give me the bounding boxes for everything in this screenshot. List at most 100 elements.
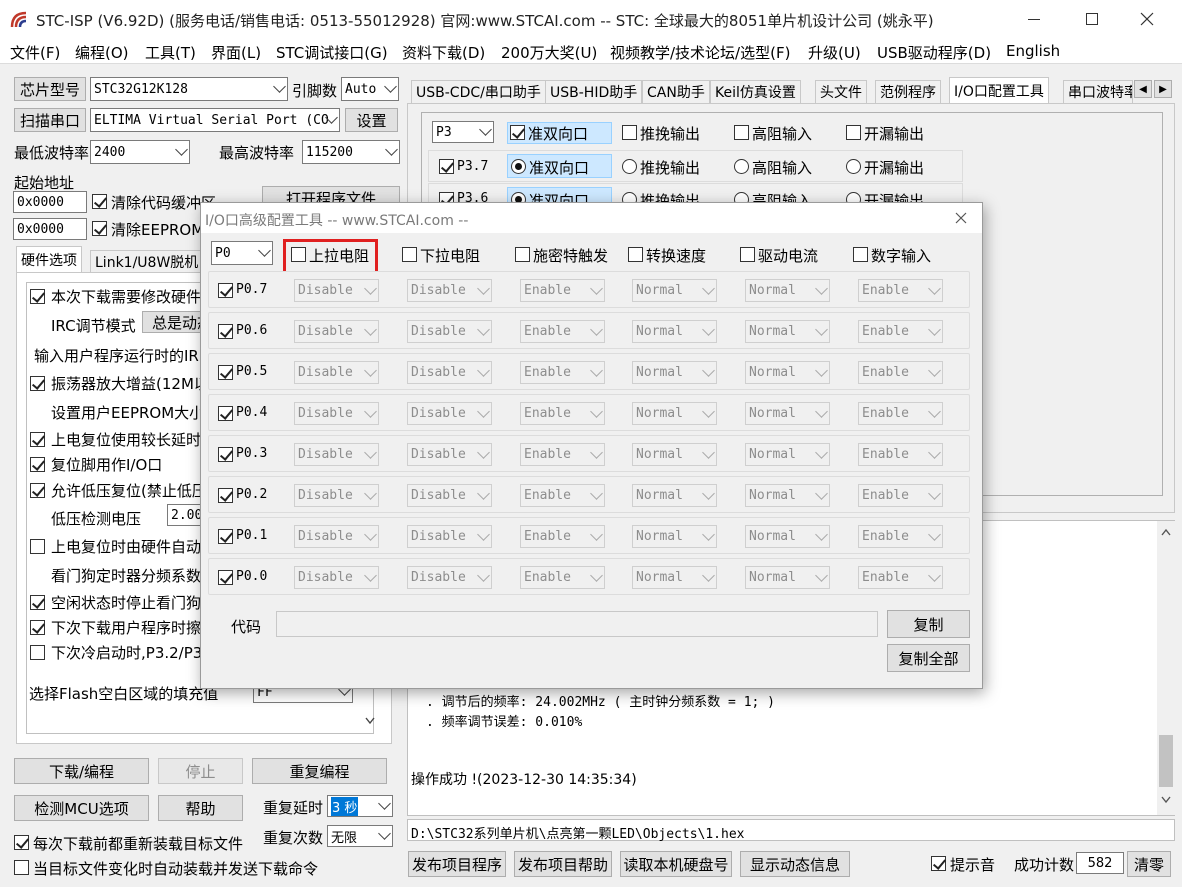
- tab-io-config[interactable]: I/O口配置工具: [949, 77, 1049, 104]
- menu-upgrade[interactable]: 升级(U): [808, 42, 861, 63]
- tab-scroll-right-icon[interactable]: ▶: [1154, 80, 1172, 98]
- pin-setting-select[interactable]: Disable: [407, 279, 492, 302]
- pin-setting-select[interactable]: Normal: [745, 484, 830, 507]
- pin-setting-select[interactable]: Disable: [294, 443, 379, 466]
- pin-setting-select[interactable]: Enable: [520, 279, 605, 302]
- stop-button[interactable]: 停止: [158, 758, 243, 784]
- pin-setting-select[interactable]: Normal: [632, 279, 717, 302]
- read-disk-button[interactable]: 读取本机硬盘号: [620, 851, 732, 877]
- mode-open-drain-checkbox[interactable]: [846, 125, 861, 140]
- pin-setting-select[interactable]: Disable: [294, 361, 379, 384]
- tab-hardware-options[interactable]: 硬件选项: [16, 246, 82, 273]
- pin-enable-checkbox[interactable]: [218, 570, 233, 585]
- radio-high-z[interactable]: [734, 159, 749, 174]
- header-slew-checkbox[interactable]: [628, 247, 643, 262]
- show-dynamic-button[interactable]: 显示动态信息: [740, 851, 850, 877]
- pin-setting-select[interactable]: Enable: [520, 361, 605, 384]
- mode-high-z-checkbox[interactable]: [734, 125, 749, 140]
- pin-setting-select[interactable]: Enable: [520, 443, 605, 466]
- repeat-delay-select[interactable]: 3 秒: [327, 795, 393, 817]
- pin-setting-select[interactable]: Enable: [858, 566, 943, 589]
- pin-setting-select[interactable]: Normal: [745, 320, 830, 343]
- option-checkbox[interactable]: [30, 483, 45, 498]
- publish-program-button[interactable]: 发布项目程序: [408, 851, 506, 877]
- pin-setting-select[interactable]: Disable: [294, 525, 379, 548]
- clear-count-button[interactable]: 清零: [1127, 851, 1171, 877]
- pin-setting-select[interactable]: Enable: [858, 279, 943, 302]
- pin-setting-select[interactable]: Disable: [407, 320, 492, 343]
- pin-setting-select[interactable]: Enable: [520, 320, 605, 343]
- max-baud-select[interactable]: 115200: [302, 140, 400, 164]
- radio-open-drain[interactable]: [846, 159, 861, 174]
- pin-setting-select[interactable]: Enable: [858, 402, 943, 425]
- header-digital-input-checkbox[interactable]: [853, 247, 868, 262]
- menu-english[interactable]: English: [1006, 42, 1060, 60]
- reload-file-checkbox[interactable]: [14, 835, 29, 850]
- pin-setting-select[interactable]: Normal: [745, 402, 830, 425]
- pin-setting-select[interactable]: Enable: [520, 402, 605, 425]
- menu-file[interactable]: 文件(F): [10, 42, 60, 63]
- chevron-down-icon[interactable]: [1161, 796, 1171, 804]
- menu-prize[interactable]: 200万大奖(U): [501, 42, 597, 63]
- pin-setting-select[interactable]: Disable: [294, 484, 379, 507]
- pin-setting-select[interactable]: Enable: [520, 566, 605, 589]
- option-checkbox[interactable]: [30, 620, 45, 635]
- repeat-count-select[interactable]: 无限: [327, 825, 393, 847]
- pin-setting-select[interactable]: Normal: [632, 361, 717, 384]
- header-pull-up-checkbox[interactable]: [291, 247, 306, 262]
- chevron-up-icon[interactable]: [1161, 528, 1171, 536]
- port-settings-button[interactable]: 设置: [345, 108, 398, 132]
- auto-load-checkbox[interactable]: [14, 860, 29, 875]
- menu-download[interactable]: 资料下载(D): [402, 42, 485, 63]
- option-checkbox[interactable]: [30, 539, 45, 554]
- publish-help-button[interactable]: 发布项目帮助: [514, 851, 612, 877]
- chevron-down-icon[interactable]: [365, 717, 375, 725]
- pin-setting-select[interactable]: Enable: [858, 443, 943, 466]
- pin-setting-select[interactable]: Normal: [632, 484, 717, 507]
- pin-setting-select[interactable]: Disable: [407, 566, 492, 589]
- pin-setting-select[interactable]: Normal: [632, 566, 717, 589]
- header-schmitt-checkbox[interactable]: [515, 247, 530, 262]
- clear-eeprom-checkbox[interactable]: [92, 221, 107, 236]
- pin-setting-select[interactable]: Enable: [858, 320, 943, 343]
- pin-setting-select[interactable]: Disable: [294, 320, 379, 343]
- pin-setting-select[interactable]: Enable: [858, 525, 943, 548]
- pin-setting-select[interactable]: Disable: [294, 402, 379, 425]
- mode-push-pull-checkbox[interactable]: [622, 125, 637, 140]
- scrollbar-thumb[interactable]: [1159, 735, 1173, 787]
- log-scrollbar[interactable]: [1157, 521, 1175, 815]
- pin-setting-select[interactable]: Enable: [858, 361, 943, 384]
- pin-checkbox[interactable]: [439, 159, 454, 174]
- code-output[interactable]: [276, 611, 878, 637]
- pin-setting-select[interactable]: Normal: [745, 361, 830, 384]
- pin-setting-select[interactable]: Disable: [407, 484, 492, 507]
- pin-setting-select[interactable]: Enable: [520, 525, 605, 548]
- tab-can[interactable]: CAN助手: [642, 80, 710, 103]
- start-address-input-2[interactable]: 0x0000: [13, 218, 87, 240]
- pin-enable-checkbox[interactable]: [218, 283, 233, 298]
- pin-setting-select[interactable]: Normal: [632, 320, 717, 343]
- tab-usb-hid[interactable]: USB-HID助手: [545, 80, 643, 103]
- pin-enable-checkbox[interactable]: [218, 406, 233, 421]
- option-checkbox[interactable]: [30, 432, 45, 447]
- option-checkbox[interactable]: [30, 289, 45, 304]
- chip-model-button[interactable]: 芯片型号: [14, 77, 86, 101]
- tab-link1-offline[interactable]: Link1/U8W脱机: [90, 250, 204, 273]
- dialog-port-select[interactable]: P0: [211, 241, 273, 265]
- header-pull-down-checkbox[interactable]: [402, 247, 417, 262]
- repeat-program-button[interactable]: 重复编程: [252, 758, 387, 784]
- copy-button[interactable]: 复制: [887, 610, 970, 638]
- pin-setting-select[interactable]: Enable: [520, 484, 605, 507]
- pin-setting-select[interactable]: Disable: [294, 566, 379, 589]
- header-drive-checkbox[interactable]: [740, 247, 755, 262]
- pin-enable-checkbox[interactable]: [218, 324, 233, 339]
- pin-enable-checkbox[interactable]: [218, 488, 233, 503]
- pin-setting-select[interactable]: Normal: [632, 443, 717, 466]
- menu-ui[interactable]: 界面(L): [211, 42, 261, 63]
- tab-examples[interactable]: 范例程序: [875, 80, 941, 103]
- beep-checkbox[interactable]: [931, 856, 946, 871]
- tab-usb-cdc[interactable]: USB-CDC/串口助手: [411, 80, 546, 103]
- tab-scroll-left-icon[interactable]: ◀: [1134, 80, 1152, 98]
- port-select[interactable]: ELTIMA Virtual Serial Port (CO: [90, 108, 340, 132]
- tab-keil[interactable]: Keil仿真设置: [710, 80, 801, 103]
